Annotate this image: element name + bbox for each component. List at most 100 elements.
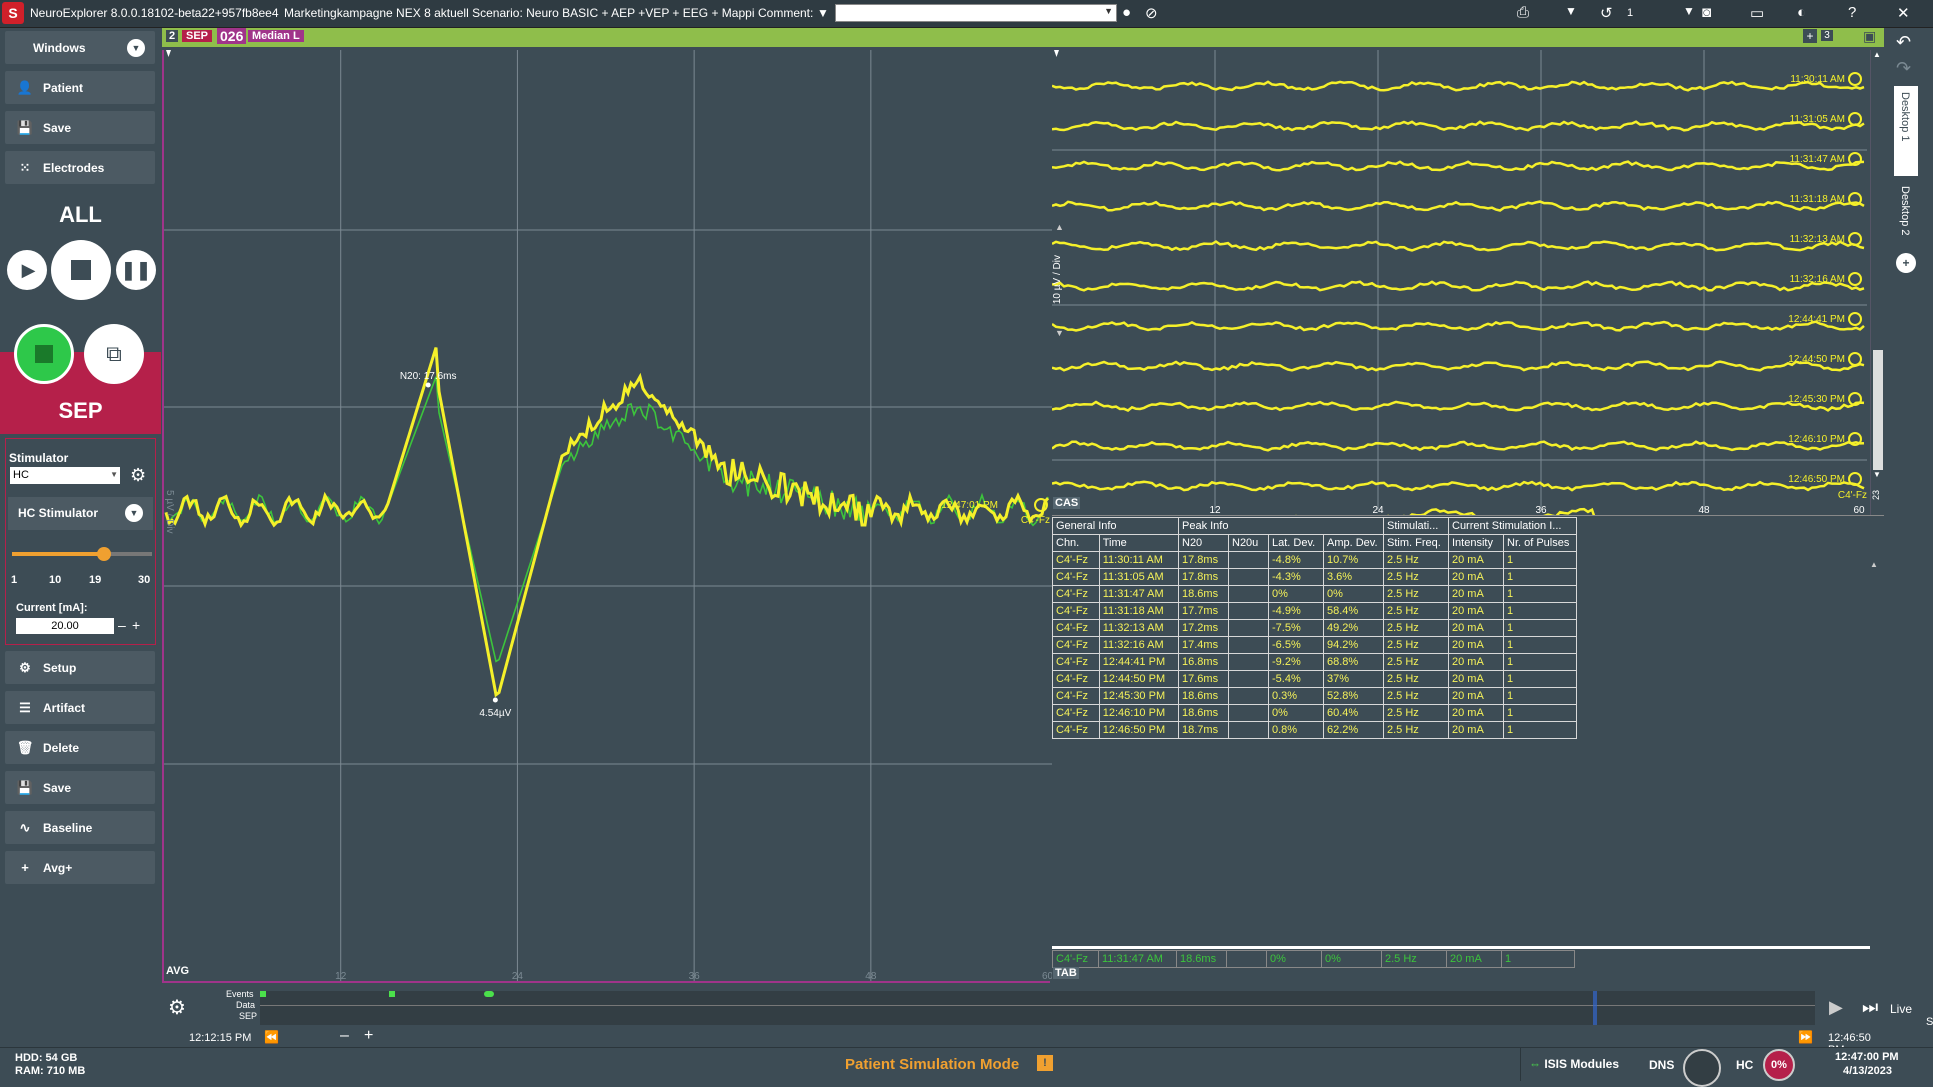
table-row[interactable]: C4'-Fz 12:45:30 PM 18.6ms 0.3% 52.8% 2.5 Hz 20…: [1052, 687, 1577, 705]
review-button[interactable]: ⧉: [84, 324, 144, 384]
windows-button[interactable]: Windows ▼: [5, 31, 155, 64]
close-icon[interactable]: ✕: [1897, 4, 1910, 22]
print-icon[interactable]: ⎙: [1517, 4, 1529, 21]
record-button[interactable]: [14, 324, 74, 384]
comment-dropdown-icon[interactable]: ▼: [817, 6, 829, 20]
table-cell: -4.9%: [1268, 602, 1324, 620]
column-header[interactable]: Stim. Freq.: [1383, 534, 1449, 552]
hc-stimulator-button[interactable]: HC Stimulator ▼: [8, 497, 153, 530]
average-chart[interactable]: 12 24 36 48 60 N20: 17.6ms 4.54µV 12:47:01 PM C4…: [162, 50, 1052, 983]
slider-handle[interactable]: [97, 547, 111, 561]
contrast-icon[interactable]: ◐: [1797, 4, 1806, 21]
skip-to-live-icon[interactable]: ⏭: [1862, 997, 1878, 1018]
artifact-button[interactable]: ☰ Artifact: [5, 691, 155, 724]
redo-icon[interactable]: ↷: [1896, 58, 1911, 79]
playhead-marker[interactable]: [1593, 991, 1597, 1025]
table-row[interactable]: C4'-Fz 11:32:16 AM 17.4ms -6.5% 94.2% 2.5 Hz 2…: [1052, 636, 1577, 654]
add-page-icon[interactable]: +: [1803, 29, 1817, 43]
table-row[interactable]: C4'-Fz 11:31:05 AM 17.8ms -4.3% 3.6% 2.5 Hz 20…: [1052, 568, 1577, 586]
event-marker[interactable]: [260, 991, 266, 997]
current-input[interactable]: 20.00: [16, 618, 114, 634]
monitor-icon[interactable]: ▭: [1750, 4, 1764, 22]
add-desktop-button[interactable]: +: [1896, 253, 1916, 273]
maximize-icon[interactable]: ▣: [1863, 28, 1876, 45]
palette-icon[interactable]: ●: [1122, 4, 1131, 21]
cascade-scrollbar[interactable]: ▲ ▼ 23: [1870, 50, 1884, 515]
save-avg-button[interactable]: 💾 Save: [5, 771, 155, 804]
column-header[interactable]: N20u: [1228, 534, 1269, 552]
save-button[interactable]: 💾 Save: [5, 111, 155, 144]
check-circle-icon[interactable]: ⊘: [1145, 4, 1158, 22]
pause-button[interactable]: ❚❚: [116, 250, 156, 290]
header-num: 2: [166, 30, 179, 42]
play-button[interactable]: ▶: [7, 250, 47, 290]
table-row[interactable]: C4'-Fz 11:31:18 AM 17.7ms -4.9% 58.4% 2.5 Hz 2…: [1052, 602, 1577, 620]
gear-icon[interactable]: ⚙: [130, 465, 146, 486]
table-row[interactable]: C4'-Fz 11:31:47 AM 18.6ms 0% 0% 2.5 Hz 20 mA 1: [1052, 585, 1577, 603]
cascade-chart[interactable]: 1224364860N20: 17.8ms11:30:11 AMN20: 17.…: [1052, 50, 1884, 515]
scroll-down-icon[interactable]: ▼: [1055, 328, 1064, 338]
rewind-icon[interactable]: ⏪: [264, 1030, 279, 1044]
percent-indicator[interactable]: 0%: [1763, 1049, 1795, 1081]
increment-button[interactable]: +: [132, 617, 140, 633]
x-tick-label: 60: [1042, 971, 1052, 981]
cascade-trace: [1052, 360, 1865, 372]
table-scrollbar[interactable]: ▲: [1870, 556, 1884, 966]
timeline-play-icon[interactable]: ▶: [1829, 997, 1843, 1018]
column-header[interactable]: Chn.: [1052, 534, 1100, 552]
help-icon[interactable]: ?: [1848, 4, 1856, 21]
trace-marker-icon: [1848, 352, 1862, 366]
table-row[interactable]: C4'-Fz 12:46:10 PM 18.6ms 0% 60.4% 2.5 Hz 20 m…: [1052, 704, 1577, 722]
timeline-settings-icon[interactable]: ⚙: [168, 995, 186, 1020]
current-slider[interactable]: [12, 547, 152, 561]
scroll-up-icon[interactable]: ▲: [1055, 222, 1064, 232]
table-cell: 18.6ms: [1178, 687, 1229, 705]
comment-input[interactable]: ▼: [835, 4, 1117, 22]
table-cell: 20 mA: [1448, 602, 1504, 620]
filter-icon[interactable]: ▼: [1565, 4, 1577, 18]
event-marker[interactable]: [484, 991, 494, 997]
cascade-trace: [1052, 160, 1865, 172]
zoom-out-button[interactable]: –: [340, 1027, 349, 1045]
table-row[interactable]: C4'-Fz 12:46:50 PM 18.7ms 0.8% 62.2% 2.5 Hz 20…: [1052, 721, 1577, 739]
group-stimulation: Stimulati...: [1383, 517, 1449, 535]
column-header[interactable]: N20: [1178, 534, 1229, 552]
table-cell: 20 mA: [1448, 670, 1504, 688]
column-header[interactable]: Lat. Dev.: [1268, 534, 1324, 552]
avg-plus-button[interactable]: + Avg+: [5, 851, 155, 884]
table-row[interactable]: C4'-Fz 12:44:50 PM 17.6ms -5.4% 37% 2.5 Hz 20 …: [1052, 670, 1577, 688]
column-header[interactable]: Time: [1098, 534, 1180, 552]
stop-button[interactable]: [51, 240, 111, 300]
undo-icon[interactable]: ↶: [1896, 32, 1911, 53]
table-cell: [1228, 568, 1269, 586]
decrement-button[interactable]: –: [118, 617, 126, 633]
timeline-track[interactable]: [260, 991, 1815, 1025]
column-header[interactable]: Intensity: [1448, 534, 1504, 552]
table-row[interactable]: C4'-Fz 11:30:11 AM 17.8ms -4.8% 10.7% 2.5 Hz 2…: [1052, 551, 1577, 569]
zoom-in-button[interactable]: +: [364, 1027, 373, 1045]
event-marker[interactable]: [389, 991, 395, 997]
camera-icon[interactable]: ◙: [1702, 4, 1711, 21]
timeline[interactable]: ⚙ Events Data SEP ▶ ⏭ Live 12:12:15 PM ⏪…: [162, 985, 1912, 1056]
baseline-button[interactable]: ∿ Baseline: [5, 811, 155, 844]
footer-cell: 2.5 Hz: [1381, 950, 1447, 968]
trough-marker: [492, 697, 498, 703]
camera-dropdown-icon[interactable]: ▼: [1683, 4, 1695, 18]
isis-modules-button[interactable]: ⇔ ISIS Modules: [1520, 1048, 1635, 1081]
desktop1-tab[interactable]: Desktop 1: [1894, 86, 1918, 176]
column-header[interactable]: Nr. of Pulses: [1503, 534, 1577, 552]
delete-button[interactable]: 🗑 Delete: [5, 731, 155, 764]
dns-indicator[interactable]: [1683, 1049, 1721, 1087]
setup-button[interactable]: ⚙ Setup: [5, 651, 155, 684]
desktop2-tab[interactable]: Desktop 2: [1894, 180, 1918, 250]
patient-button[interactable]: 👤 Patient: [5, 71, 155, 104]
table-row[interactable]: C4'-Fz 11:32:13 AM 17.2ms -7.5% 49.2% 2.5 Hz 2…: [1052, 619, 1577, 637]
column-header[interactable]: Amp. Dev.: [1323, 534, 1384, 552]
history-icon[interactable]: ↺: [1600, 4, 1613, 22]
fast-forward-icon[interactable]: ⏩: [1798, 1030, 1813, 1044]
electrodes-button[interactable]: ⁙ Electrodes: [5, 151, 155, 184]
table-cell: 11:32:16 AM: [1098, 636, 1180, 654]
table-cell: 1: [1503, 602, 1577, 620]
stimulator-select[interactable]: HC ▼: [10, 467, 120, 484]
table-row[interactable]: C4'-Fz 12:44:41 PM 16.8ms -9.2% 68.8% 2.5 Hz 2…: [1052, 653, 1577, 671]
